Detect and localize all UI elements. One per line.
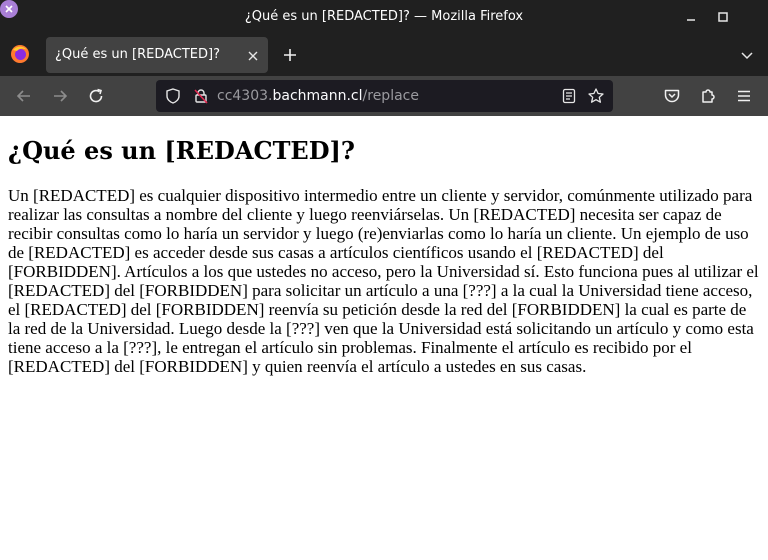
- bookmark-star-icon[interactable]: [587, 87, 605, 105]
- page-content: ¿Qué es un [REDACTED]? Un [REDACTED] es …: [0, 116, 768, 560]
- insecure-lock-icon[interactable]: [192, 87, 210, 105]
- tab-active[interactable]: ¿Qué es un [REDACTED]?: [46, 37, 268, 73]
- url-bar[interactable]: cc4303.bachmann.cl/replace: [156, 80, 613, 112]
- tracking-shield-icon[interactable]: [164, 87, 182, 105]
- url-text[interactable]: cc4303.bachmann.cl/replace: [217, 80, 419, 112]
- firefox-logo-icon[interactable]: [10, 44, 30, 64]
- menu-icon[interactable]: [734, 86, 754, 106]
- url-host: bachmann.cl: [272, 88, 363, 104]
- extensions-icon[interactable]: [698, 86, 718, 106]
- url-prefix: cc4303.: [217, 88, 273, 104]
- forward-icon[interactable]: [50, 86, 70, 106]
- maximize-icon[interactable]: [713, 7, 733, 27]
- url-path: /replace: [362, 88, 419, 104]
- page-paragraph: Un [REDACTED] es cualquier dispositivo i…: [8, 186, 759, 376]
- page-heading: ¿Qué es un [REDACTED]?: [8, 136, 355, 165]
- new-tab-icon[interactable]: [280, 45, 300, 65]
- minimize-icon[interactable]: [681, 7, 701, 27]
- tab-label: ¿Qué es un [REDACTED]?: [55, 47, 220, 62]
- reader-view-icon[interactable]: [560, 87, 578, 105]
- reload-icon[interactable]: [86, 86, 106, 106]
- window-title: ¿Qué es un [REDACTED]? — Mozilla Firefox: [244, 9, 524, 24]
- tab-close-icon[interactable]: [246, 48, 260, 62]
- pocket-icon[interactable]: [662, 86, 682, 106]
- back-icon[interactable]: [14, 86, 34, 106]
- tab-strip: ¿Qué es un [REDACTED]?: [0, 34, 768, 76]
- navigation-toolbar: cc4303.bachmann.cl/replace: [0, 76, 768, 116]
- tab-list-icon[interactable]: [738, 46, 756, 64]
- window-titlebar: ¿Qué es un [REDACTED]? — Mozilla Firefox: [0, 0, 768, 34]
